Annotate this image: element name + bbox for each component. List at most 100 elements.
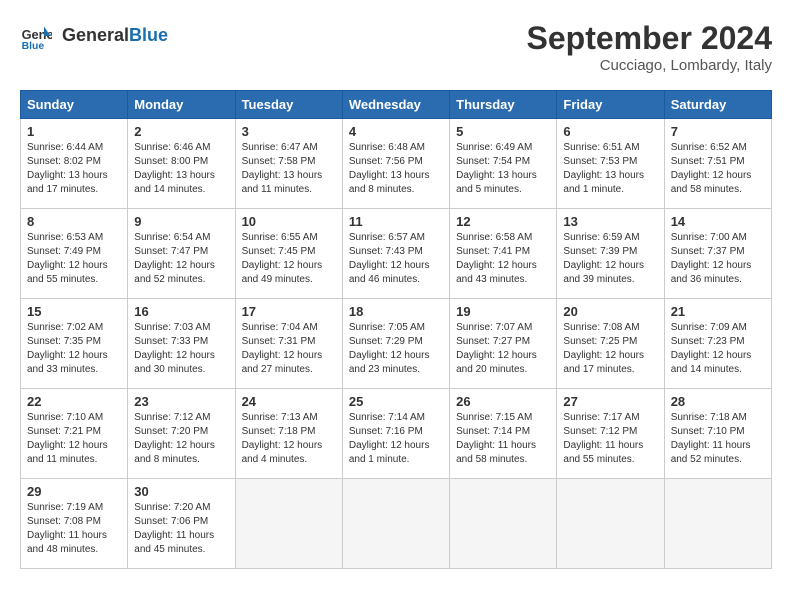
- calendar-day: 7 Sunrise: 6:52 AMSunset: 7:51 PMDaylight…: [664, 119, 771, 209]
- calendar-day: 27 Sunrise: 7:17 AMSunset: 7:12 PMDayligh…: [557, 389, 664, 479]
- day-number: 14: [671, 214, 765, 229]
- day-number: 28: [671, 394, 765, 409]
- calendar-day: 6 Sunrise: 6:51 AMSunset: 7:53 PMDaylight…: [557, 119, 664, 209]
- logo-blue: Blue: [129, 25, 168, 45]
- day-info: Sunrise: 6:58 AMSunset: 7:41 PMDaylight:…: [456, 231, 550, 287]
- day-info: Sunrise: 7:03 AMSunset: 7:33 PMDaylight:…: [134, 321, 228, 377]
- calendar-week-3: 15 Sunrise: 7:02 AMSunset: 7:35 PMDayligh…: [21, 299, 772, 389]
- calendar-day: 18 Sunrise: 7:05 AMSunset: 7:29 PMDayligh…: [342, 299, 449, 389]
- logo-general: General: [62, 25, 129, 45]
- day-number: 3: [242, 124, 336, 139]
- calendar-week-1: 1 Sunrise: 6:44 AMSunset: 8:02 PMDaylight…: [21, 119, 772, 209]
- calendar-day: 22 Sunrise: 7:10 AMSunset: 7:21 PMDayligh…: [21, 389, 128, 479]
- calendar-day: [664, 479, 771, 569]
- calendar-day: 1 Sunrise: 6:44 AMSunset: 8:02 PMDaylight…: [21, 119, 128, 209]
- day-info: Sunrise: 7:13 AMSunset: 7:18 PMDaylight:…: [242, 411, 336, 467]
- day-number: 15: [27, 304, 121, 319]
- day-info: Sunrise: 6:52 AMSunset: 7:51 PMDaylight:…: [671, 141, 765, 197]
- day-info: Sunrise: 6:51 AMSunset: 7:53 PMDaylight:…: [563, 141, 657, 197]
- day-info: Sunrise: 7:05 AMSunset: 7:29 PMDaylight:…: [349, 321, 443, 377]
- day-number: 6: [563, 124, 657, 139]
- day-info: Sunrise: 6:55 AMSunset: 7:45 PMDaylight:…: [242, 231, 336, 287]
- day-info: Sunrise: 7:17 AMSunset: 7:12 PMDaylight:…: [563, 411, 657, 467]
- day-number: 20: [563, 304, 657, 319]
- day-info: Sunrise: 7:09 AMSunset: 7:23 PMDaylight:…: [671, 321, 765, 377]
- day-number: 26: [456, 394, 550, 409]
- day-number: 5: [456, 124, 550, 139]
- logo: General Blue GeneralBlue: [20, 20, 168, 52]
- calendar-day: 19Sunrise: 7:07 AMSunset: 7:27 PMDayligh…: [450, 299, 557, 389]
- calendar-day: 24Sunrise: 7:13 AMSunset: 7:18 PMDayligh…: [235, 389, 342, 479]
- day-number: 30: [134, 484, 228, 499]
- header-wednesday: Wednesday: [342, 91, 449, 119]
- day-number: 7: [671, 124, 765, 139]
- calendar-day: [557, 479, 664, 569]
- day-info: Sunrise: 7:04 AMSunset: 7:31 PMDaylight:…: [242, 321, 336, 377]
- title-block: September 2024 Cucciago, Lombardy, Italy: [527, 20, 772, 74]
- calendar-day: 29 Sunrise: 7:19 AMSunset: 7:08 PMDayligh…: [21, 479, 128, 569]
- header-saturday: Saturday: [664, 91, 771, 119]
- calendar-day: [450, 479, 557, 569]
- day-info: Sunrise: 6:47 AMSunset: 7:58 PMDaylight:…: [242, 141, 336, 197]
- svg-text:Blue: Blue: [22, 41, 45, 52]
- day-info: Sunrise: 7:14 AMSunset: 7:16 PMDaylight:…: [349, 411, 443, 467]
- day-number: 11: [349, 214, 443, 229]
- day-number: 8: [27, 214, 121, 229]
- calendar-day: 21 Sunrise: 7:09 AMSunset: 7:23 PMDayligh…: [664, 299, 771, 389]
- day-info: Sunrise: 7:10 AMSunset: 7:21 PMDaylight:…: [27, 411, 121, 467]
- calendar-day: 8 Sunrise: 6:53 AMSunset: 7:49 PMDaylight…: [21, 209, 128, 299]
- day-number: 1: [27, 124, 121, 139]
- day-info: Sunrise: 6:44 AMSunset: 8:02 PMDaylight:…: [27, 141, 121, 197]
- calendar-day: 26 Sunrise: 7:15 AMSunset: 7:14 PMDayligh…: [450, 389, 557, 479]
- day-number: 16: [134, 304, 228, 319]
- calendar-table: SundayMondayTuesdayWednesdayThursdayFrid…: [20, 90, 772, 569]
- day-number: 22: [27, 394, 121, 409]
- location: Cucciago, Lombardy, Italy: [527, 57, 772, 74]
- day-info: Sunrise: 6:48 AMSunset: 7:56 PMDaylight:…: [349, 141, 443, 197]
- calendar-day: 30 Sunrise: 7:20 AMSunset: 7:06 PMDayligh…: [128, 479, 235, 569]
- calendar-day: 5 Sunrise: 6:49 AMSunset: 7:54 PMDaylight…: [450, 119, 557, 209]
- day-info: Sunrise: 7:00 AMSunset: 7:37 PMDaylight:…: [671, 231, 765, 287]
- day-info: Sunrise: 7:19 AMSunset: 7:08 PMDaylight:…: [27, 501, 121, 557]
- calendar-day: 15 Sunrise: 7:02 AMSunset: 7:35 PMDayligh…: [21, 299, 128, 389]
- calendar-day: 20 Sunrise: 7:08 AMSunset: 7:25 PMDayligh…: [557, 299, 664, 389]
- day-number: 4: [349, 124, 443, 139]
- header-tuesday: Tuesday: [235, 91, 342, 119]
- calendar-day: 10 Sunrise: 6:55 AMSunset: 7:45 PMDayligh…: [235, 209, 342, 299]
- day-info: Sunrise: 7:20 AMSunset: 7:06 PMDaylight:…: [134, 501, 228, 557]
- day-info: Sunrise: 7:18 AMSunset: 7:10 PMDaylight:…: [671, 411, 765, 467]
- day-info: Sunrise: 6:49 AMSunset: 7:54 PMDaylight:…: [456, 141, 550, 197]
- calendar-header-row: SundayMondayTuesdayWednesdayThursdayFrid…: [21, 91, 772, 119]
- calendar-day: 13Sunrise: 6:59 AMSunset: 7:39 PMDayligh…: [557, 209, 664, 299]
- day-number: 27: [563, 394, 657, 409]
- day-number: 29: [27, 484, 121, 499]
- day-info: Sunrise: 7:02 AMSunset: 7:35 PMDaylight:…: [27, 321, 121, 377]
- calendar-day: 25 Sunrise: 7:14 AMSunset: 7:16 PMDayligh…: [342, 389, 449, 479]
- page-header: General Blue GeneralBlue September 2024 …: [20, 20, 772, 74]
- day-number: 25: [349, 394, 443, 409]
- day-number: 21: [671, 304, 765, 319]
- calendar-day: 12Sunrise: 6:58 AMSunset: 7:41 PMDayligh…: [450, 209, 557, 299]
- calendar-day: 11Sunrise: 6:57 AMSunset: 7:43 PMDayligh…: [342, 209, 449, 299]
- day-number: 9: [134, 214, 228, 229]
- header-monday: Monday: [128, 91, 235, 119]
- header-friday: Friday: [557, 91, 664, 119]
- logo-text: GeneralBlue: [62, 25, 168, 47]
- day-number: 2: [134, 124, 228, 139]
- calendar-day: 28 Sunrise: 7:18 AMSunset: 7:10 PMDayligh…: [664, 389, 771, 479]
- day-number: 10: [242, 214, 336, 229]
- calendar-day: 2 Sunrise: 6:46 AMSunset: 8:00 PMDaylight…: [128, 119, 235, 209]
- day-info: Sunrise: 7:08 AMSunset: 7:25 PMDaylight:…: [563, 321, 657, 377]
- day-number: 18: [349, 304, 443, 319]
- day-info: Sunrise: 7:15 AMSunset: 7:14 PMDaylight:…: [456, 411, 550, 467]
- calendar-day: 14 Sunrise: 7:00 AMSunset: 7:37 PMDayligh…: [664, 209, 771, 299]
- day-info: Sunrise: 6:53 AMSunset: 7:49 PMDaylight:…: [27, 231, 121, 287]
- day-number: 23: [134, 394, 228, 409]
- calendar-day: 23Sunrise: 7:12 AMSunset: 7:20 PMDayligh…: [128, 389, 235, 479]
- day-info: Sunrise: 6:59 AMSunset: 7:39 PMDaylight:…: [563, 231, 657, 287]
- calendar-day: 17Sunrise: 7:04 AMSunset: 7:31 PMDayligh…: [235, 299, 342, 389]
- day-info: Sunrise: 6:46 AMSunset: 8:00 PMDaylight:…: [134, 141, 228, 197]
- calendar-day: [235, 479, 342, 569]
- calendar-day: 9Sunrise: 6:54 AMSunset: 7:47 PMDaylight…: [128, 209, 235, 299]
- calendar-week-2: 8 Sunrise: 6:53 AMSunset: 7:49 PMDaylight…: [21, 209, 772, 299]
